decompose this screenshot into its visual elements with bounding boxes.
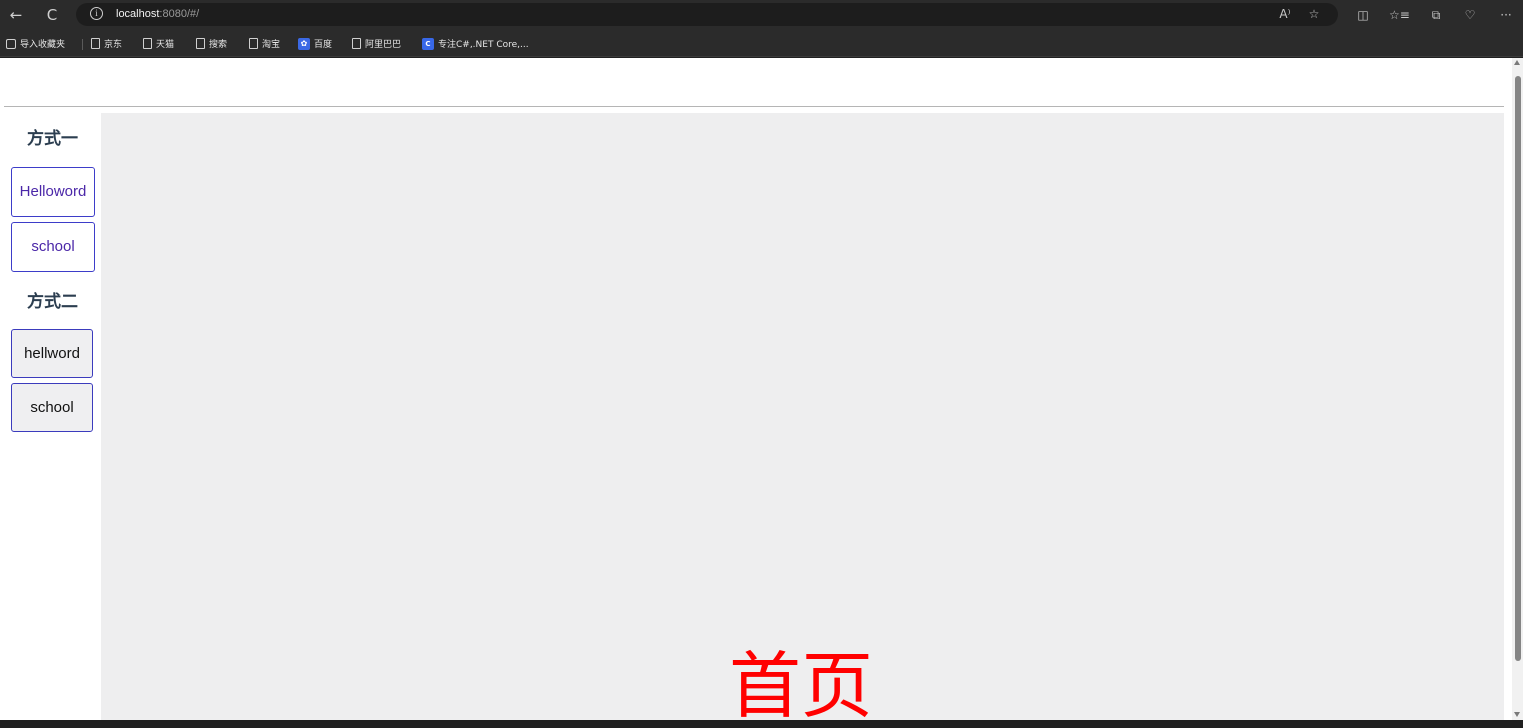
page-icon <box>196 38 205 49</box>
page-title: 首页 <box>728 644 873 720</box>
bookmark-label: 百度 <box>314 40 333 50</box>
taskbar-edge <box>0 720 1523 728</box>
page-icon <box>352 38 361 49</box>
scroll-up-icon[interactable] <box>1514 60 1520 65</box>
favorite-star-icon[interactable]: ☆ <box>1305 6 1323 23</box>
page-viewport: 方式一 Helloword school 方式二 hellword school… <box>0 58 1512 720</box>
bookmark-label: 专注C#,.NET Core,... <box>438 40 529 50</box>
page-icon <box>143 38 152 49</box>
bookmark-baidu[interactable]: ✿ 百度 <box>298 35 332 52</box>
sidebar: 方式一 Helloword school 方式二 hellword school <box>4 113 101 720</box>
favorites-icon[interactable]: ☆≡ <box>1389 6 1410 24</box>
page-icon <box>91 38 100 49</box>
bookmarks-bar: 导入收藏夹 京东 天猫 搜索 淘宝 ✿ 百度 阿里巴巴 C 专注C#,.NET … <box>0 30 1523 57</box>
bookmark-label: 京东 <box>104 40 123 50</box>
section-title-method-one: 方式一 <box>27 129 78 149</box>
section-title-method-two: 方式二 <box>27 292 78 312</box>
bookmark-alibaba[interactable]: 阿里巴巴 <box>352 35 401 52</box>
bookmark-label: 搜索 <box>209 40 228 50</box>
address-bar[interactable]: i localhost:8080/#/ A⁾ ☆ <box>76 3 1338 26</box>
bookmark-import[interactable]: 导入收藏夹 <box>6 35 65 52</box>
bookmark-jd[interactable]: 京东 <box>91 35 122 52</box>
bookmark-csharp[interactable]: C 专注C#,.NET Core,... <box>422 35 529 52</box>
more-icon[interactable]: ··· <box>1497 6 1515 24</box>
browser-toolbar: ← C i localhost:8080/#/ A⁾ ☆ ◫ ☆≡ ⧉ ♡ ··… <box>0 0 1523 30</box>
bookmark-label: 天猫 <box>156 40 175 50</box>
baidu-paw-icon: ✿ <box>298 37 310 50</box>
school-button[interactable]: school <box>11 383 93 432</box>
bookmark-label: 阿里巴巴 <box>365 40 402 50</box>
info-icon[interactable]: i <box>90 7 103 20</box>
browser-essentials-icon[interactable]: ♡ <box>1461 6 1479 24</box>
read-aloud-icon[interactable]: A⁾ <box>1276 6 1294 23</box>
bookmark-label: 导入收藏夹 <box>20 40 66 50</box>
back-icon[interactable]: ← <box>6 5 26 25</box>
collections-icon[interactable]: ⧉ <box>1427 6 1445 24</box>
bookmark-label: 淘宝 <box>262 40 281 50</box>
refresh-icon[interactable]: C <box>42 5 62 25</box>
scroll-down-icon[interactable] <box>1514 712 1520 717</box>
bookmark-tmall[interactable]: 天猫 <box>143 35 174 52</box>
url-host: localhost <box>116 8 160 20</box>
page-icon <box>249 38 258 49</box>
split-screen-icon[interactable]: ◫ <box>1354 6 1372 24</box>
router-link-school[interactable]: school <box>11 222 95 272</box>
page-scrollbar[interactable] <box>1512 58 1523 720</box>
main-content: 首页 <box>101 113 1504 720</box>
hellword-button[interactable]: hellword <box>11 329 93 378</box>
bookmark-search[interactable]: 搜索 <box>196 35 227 52</box>
router-link-helloword[interactable]: Helloword <box>11 167 95 217</box>
header-divider <box>4 106 1504 107</box>
bookmarks-separator <box>82 39 83 50</box>
scroll-thumb[interactable] <box>1515 76 1521 661</box>
bookmark-taobao[interactable]: 淘宝 <box>249 35 280 52</box>
brand-icon: C <box>422 37 434 50</box>
url-text[interactable]: localhost:8080/#/ <box>116 6 199 22</box>
import-icon <box>6 38 16 49</box>
url-path: :8080/#/ <box>159 8 200 20</box>
